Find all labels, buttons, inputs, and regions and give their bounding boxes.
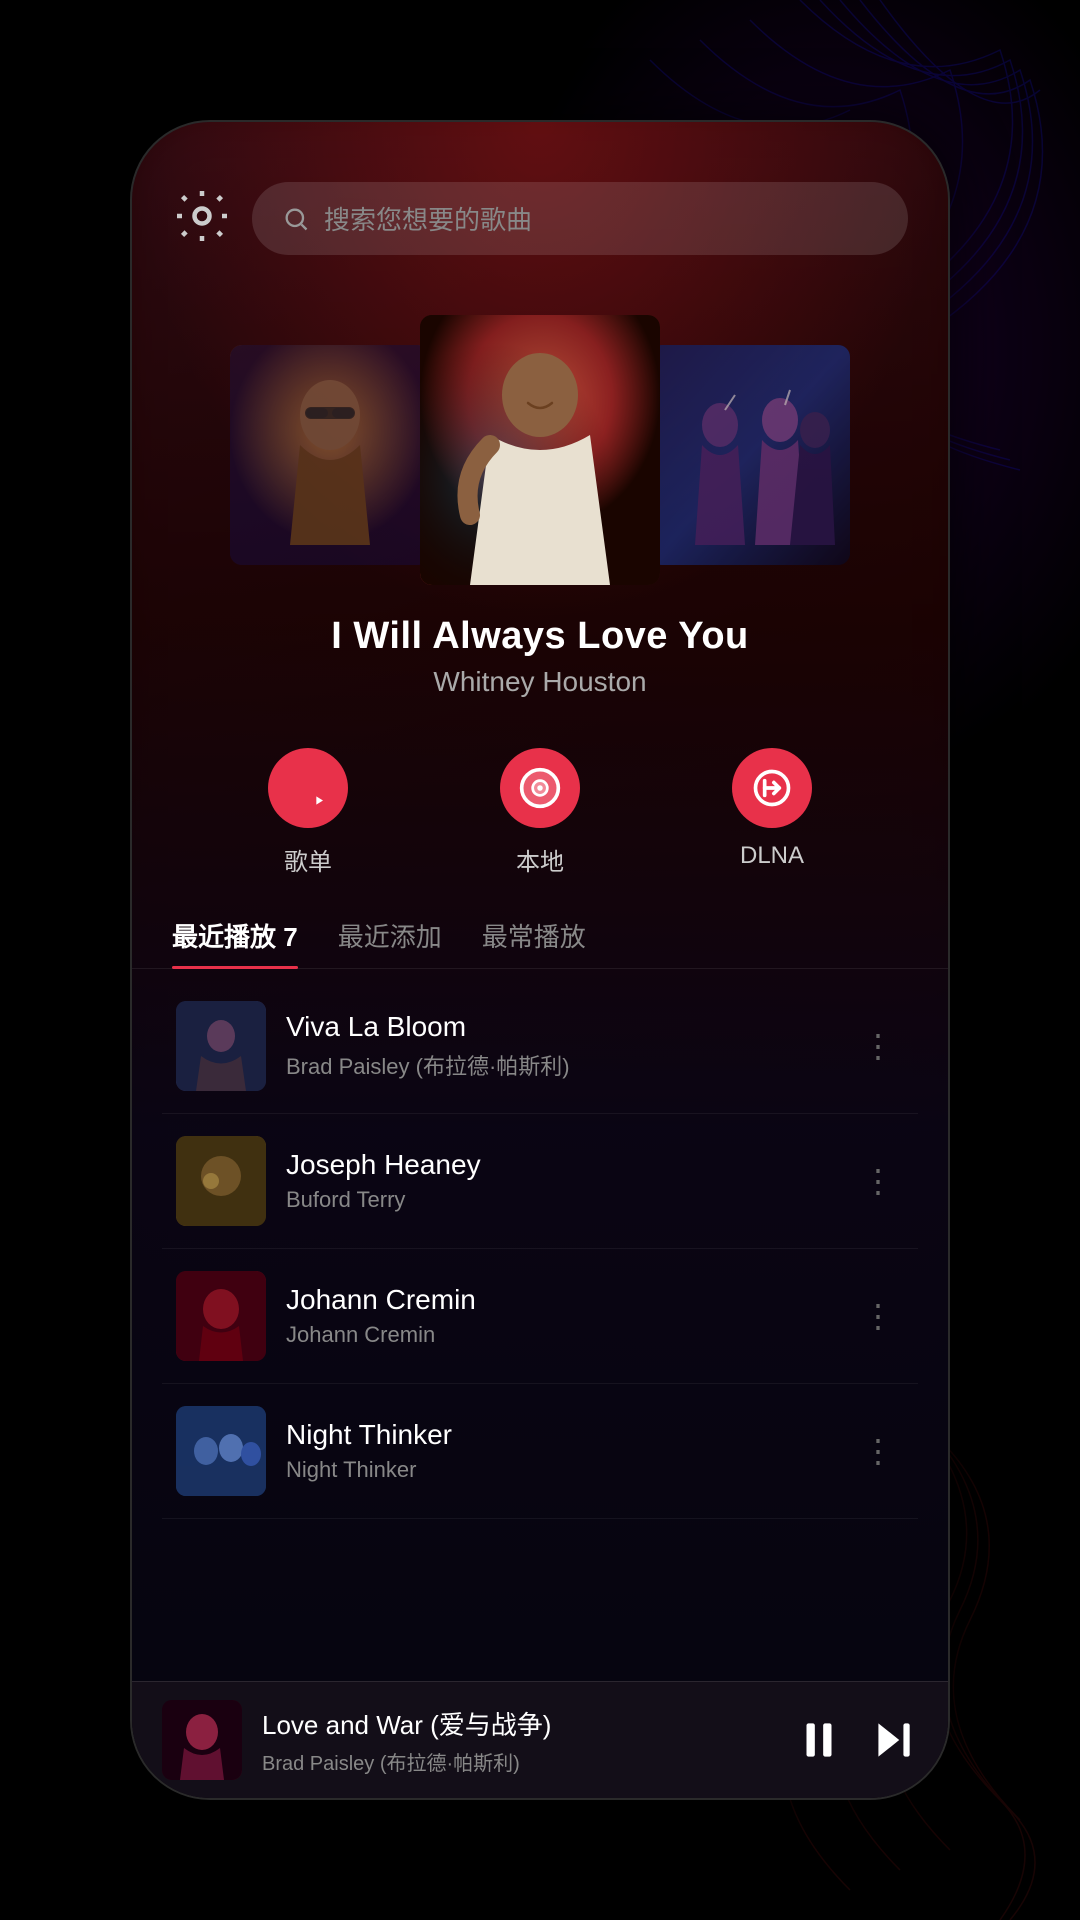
- tab-added[interactable]: 最近添加: [338, 917, 442, 968]
- song-list: Viva La Bloom Brad Paisley (布拉德·帕斯利) ⋮ J…: [132, 979, 948, 1681]
- song-info-4: Night Thinker Night Thinker: [286, 1419, 832, 1483]
- song-artist-2: Buford Terry: [286, 1187, 832, 1213]
- song-item-2[interactable]: Joseph Heaney Buford Terry ⋮: [162, 1114, 918, 1249]
- bar-song-info: Love and War (爱与战争) Brad Paisley (布拉德·帕斯…: [262, 1705, 774, 1776]
- song-artist-3: Johann Cremin: [286, 1322, 832, 1348]
- album-carousel: [132, 275, 948, 595]
- song-thumb-2: [176, 1136, 266, 1226]
- bar-artist: Brad Paisley (布拉德·帕斯利): [262, 1747, 774, 1776]
- song-thumb-1: [176, 1001, 266, 1091]
- nav-label-local: 本地: [516, 842, 564, 877]
- settings-button[interactable]: [172, 186, 232, 251]
- nav-item-local[interactable]: 本地: [500, 748, 580, 877]
- nav-label-playlist: 歌单: [284, 842, 332, 877]
- pause-button[interactable]: [794, 1715, 844, 1765]
- tab-count: 7: [283, 922, 297, 952]
- next-button[interactable]: [868, 1715, 918, 1765]
- bar-title: Love and War (爱与战争): [262, 1705, 774, 1742]
- song-item-3[interactable]: Johann Cremin Johann Cremin ⋮: [162, 1249, 918, 1384]
- nav-icons: 歌单 本地: [132, 708, 948, 897]
- song-menu-2[interactable]: ⋮: [852, 1152, 904, 1210]
- song-menu-1[interactable]: ⋮: [852, 1017, 904, 1075]
- phone-shell: 搜索您想要的歌曲: [130, 120, 950, 1800]
- now-playing-artist: Whitney Houston: [172, 666, 908, 698]
- song-info-1: Viva La Bloom Brad Paisley (布拉德·帕斯利): [286, 1011, 832, 1081]
- song-title-3: Johann Cremin: [286, 1284, 832, 1316]
- song-menu-4[interactable]: ⋮: [852, 1422, 904, 1480]
- now-playing-title: I Will Always Love You: [172, 615, 908, 658]
- nav-item-dlna[interactable]: DLNA: [732, 748, 812, 877]
- tab-recent[interactable]: 最近播放 7: [172, 917, 298, 968]
- search-bar[interactable]: 搜索您想要的歌曲: [252, 182, 908, 255]
- header: 搜索您想要的歌曲: [132, 122, 948, 275]
- song-item-4[interactable]: Night Thinker Night Thinker ⋮: [162, 1384, 918, 1519]
- bar-album-thumb: [162, 1700, 242, 1780]
- song-artist-4: Night Thinker: [286, 1457, 832, 1483]
- song-title-1: Viva La Bloom: [286, 1011, 832, 1043]
- song-artist-1: Brad Paisley (布拉德·帕斯利): [286, 1049, 832, 1081]
- song-thumb-3: [176, 1271, 266, 1361]
- playback-controls: [794, 1715, 918, 1765]
- now-playing-info: I Will Always Love You Whitney Houston: [132, 595, 948, 708]
- now-playing-bar: Love and War (爱与战争) Brad Paisley (布拉德·帕斯…: [132, 1681, 948, 1798]
- song-item-1[interactable]: Viva La Bloom Brad Paisley (布拉德·帕斯利) ⋮: [162, 979, 918, 1114]
- album-card-center[interactable]: [420, 315, 660, 585]
- playlist-icon: [268, 748, 348, 828]
- tabs-bar: 最近播放 7 最近添加 最常播放: [132, 897, 948, 969]
- search-placeholder: 搜索您想要的歌曲: [324, 200, 532, 237]
- nav-label-dlna: DLNA: [740, 842, 804, 870]
- album-card-left[interactable]: [230, 345, 430, 565]
- album-card-right[interactable]: [650, 345, 850, 565]
- tab-frequent[interactable]: 最常播放: [482, 917, 586, 968]
- vinyl-icon: [500, 748, 580, 828]
- dlna-icon: [732, 748, 812, 828]
- song-title-4: Night Thinker: [286, 1419, 832, 1451]
- song-info-2: Joseph Heaney Buford Terry: [286, 1149, 832, 1213]
- song-title-2: Joseph Heaney: [286, 1149, 832, 1181]
- song-menu-3[interactable]: ⋮: [852, 1287, 904, 1345]
- nav-item-playlist[interactable]: 歌单: [268, 748, 348, 877]
- song-thumb-4: [176, 1406, 266, 1496]
- song-info-3: Johann Cremin Johann Cremin: [286, 1284, 832, 1348]
